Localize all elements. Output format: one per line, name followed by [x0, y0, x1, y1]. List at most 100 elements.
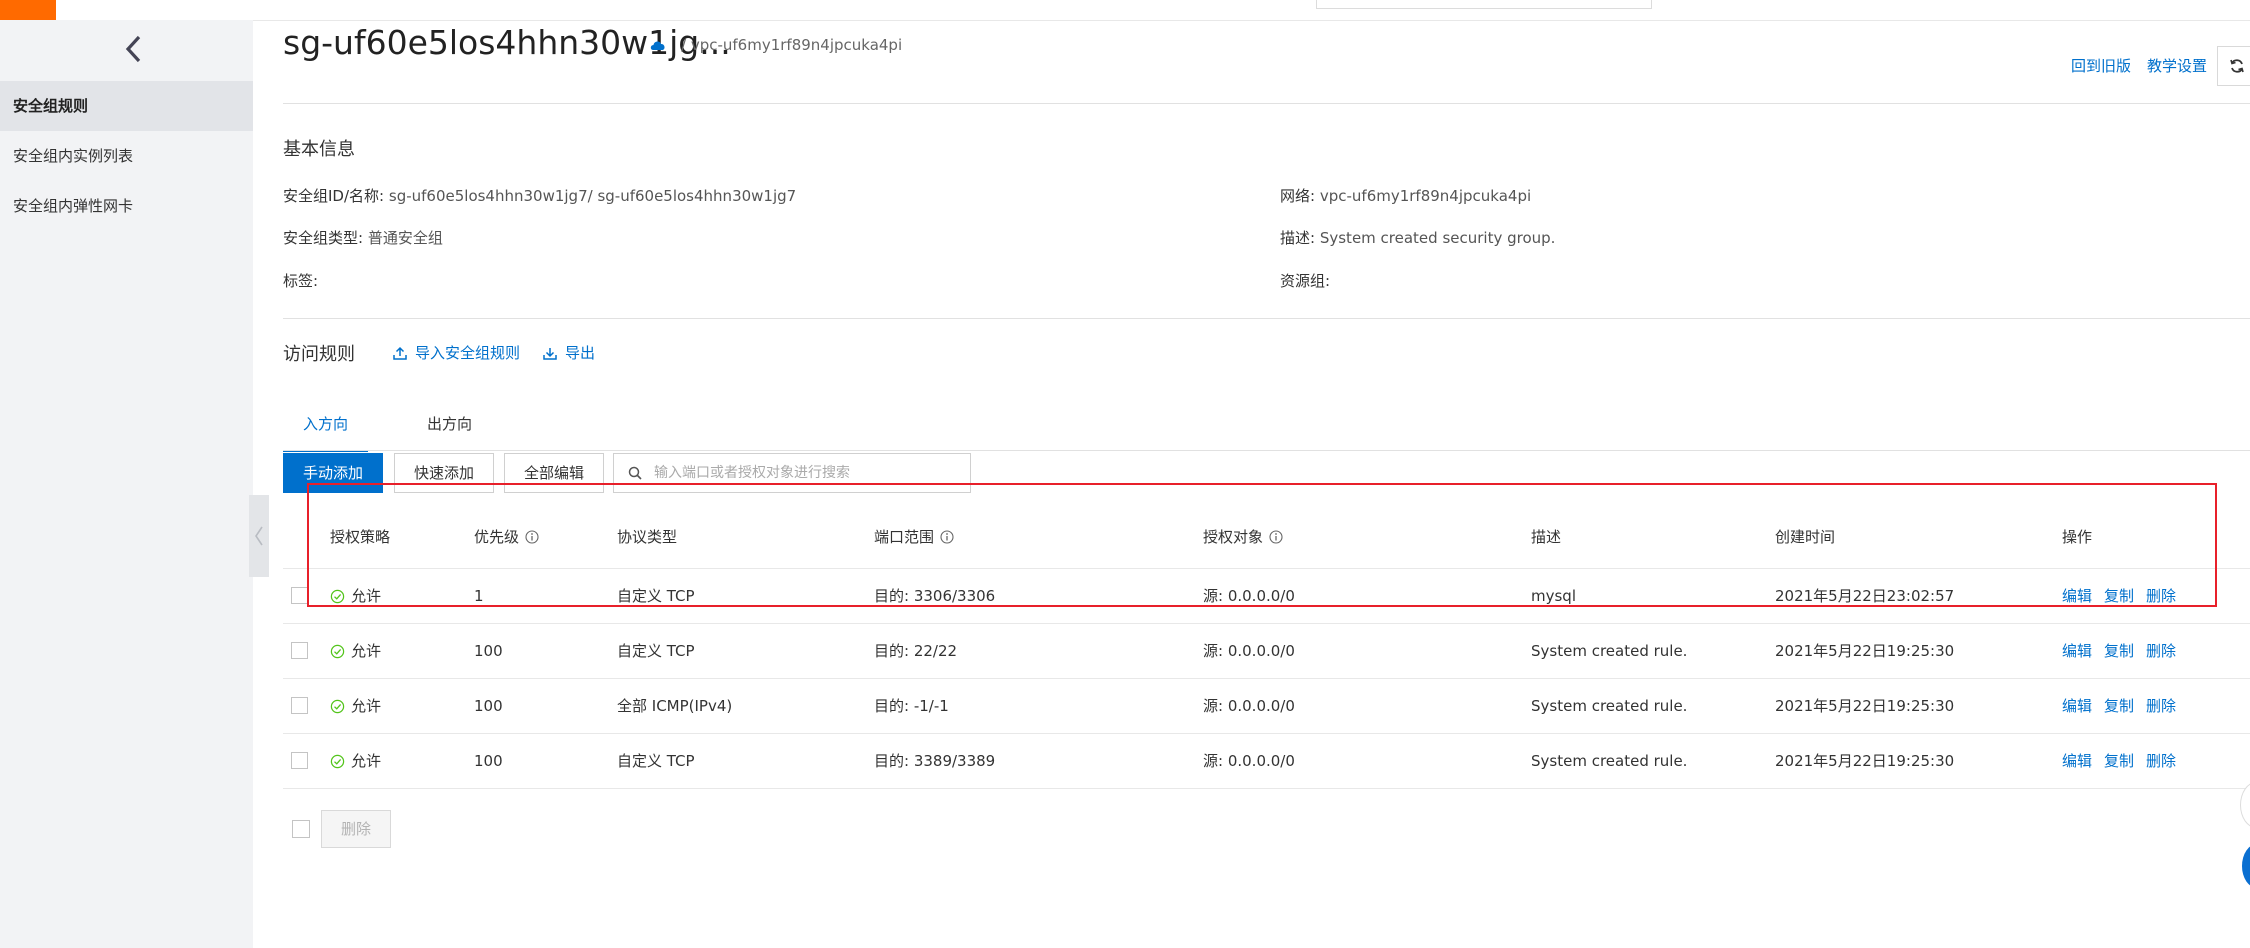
policy-cell: 允许 [330, 624, 381, 679]
delete-link[interactable]: 删除 [2146, 587, 2176, 605]
operations-cell: 编辑 复制 删除 [2062, 679, 2188, 734]
policy-cell: 允许 [330, 734, 381, 789]
tab-divider [283, 450, 2250, 451]
network-value[interactable]: vpc-uf6my1rf89n4jpcuka4pi [1320, 187, 1531, 205]
sidebar-item-eni[interactable]: 安全组内弹性网卡 [0, 181, 253, 231]
sg-type: 安全组类型: 普通安全组 [283, 227, 443, 248]
import-rules-label: 导入安全组规则 [415, 344, 521, 362]
description-cell: System created rule. [1531, 697, 1688, 715]
back-to-old-version-link[interactable]: 回到旧版 [2071, 55, 2131, 76]
info-icon[interactable] [525, 529, 539, 544]
copy-link[interactable]: 复制 [2104, 697, 2134, 715]
sg-type-value: 普通安全组 [367, 229, 443, 247]
row-checkbox[interactable] [291, 642, 308, 659]
sidebar-collapse-handle[interactable] [249, 495, 269, 577]
delete-link[interactable]: 删除 [2146, 752, 2176, 770]
col-port-label: 端口范围 [874, 528, 935, 546]
check-circle-icon [330, 754, 345, 769]
rule-search-input[interactable] [652, 464, 956, 482]
delete-link[interactable]: 删除 [2146, 697, 2176, 715]
export-link[interactable]: 导出 [543, 342, 595, 363]
row-checkbox[interactable] [291, 697, 308, 714]
port-cell: 目的: -1/-1 [874, 697, 949, 715]
policy-value: 允许 [351, 642, 382, 660]
cloud-icon [650, 41, 665, 50]
access-rules-title: 访问规则 [283, 344, 355, 365]
tutorial-settings-link[interactable]: 教学设置 [2147, 55, 2207, 76]
col-object: 授权对象 [1203, 526, 1283, 547]
protocol-cell: 自定义 TCP [617, 752, 695, 770]
policy-value: 允许 [351, 697, 382, 715]
table-row: 允许 100 自定义 TCP 目的: 22/22 源: 0.0.0.0/0 Sy… [283, 624, 2250, 679]
top-bar [0, 0, 2250, 21]
sidebar-item-instances[interactable]: 安全组内实例列表 [0, 131, 253, 181]
row-checkbox[interactable] [291, 752, 308, 769]
network-label: 网络: [1280, 187, 1316, 205]
row-checkbox[interactable] [291, 587, 308, 604]
copy-link[interactable]: 复制 [2104, 752, 2134, 770]
sg-type-label: 安全组类型: [283, 229, 364, 247]
policy-value: 允许 [351, 752, 382, 770]
check-circle-icon [330, 589, 345, 604]
operations-cell: 编辑 复制 删除 [2062, 569, 2188, 624]
select-all-checkbox[interactable] [292, 820, 310, 838]
check-circle-icon [330, 699, 345, 714]
bulk-delete-button[interactable]: 删除 [321, 810, 391, 848]
col-protocol: 协议类型 [617, 528, 678, 546]
object-cell: 源: 0.0.0.0/0 [1203, 642, 1295, 660]
port-cell: 目的: 22/22 [874, 642, 958, 660]
operations-cell: 编辑 复制 删除 [2062, 624, 2188, 679]
sg-id-name-label: 安全组ID/名称: [283, 187, 385, 205]
tab-outbound[interactable]: 出方向 [407, 398, 492, 450]
copy-link[interactable]: 复制 [2104, 642, 2134, 660]
protocol-cell: 自定义 TCP [617, 642, 695, 660]
priority-cell: 1 [474, 587, 484, 605]
port-cell: 目的: 3389/3389 [874, 752, 996, 770]
divider [283, 318, 2250, 319]
col-description: 描述 [1531, 528, 1562, 546]
import-rules-link[interactable]: 导入安全组规则 [393, 342, 520, 363]
global-search-box[interactable] [1316, 0, 1652, 9]
edit-link[interactable]: 编辑 [2062, 642, 2092, 660]
sidebar: 安全组规则 安全组内实例列表 安全组内弹性网卡 [0, 20, 253, 948]
col-priority-label: 优先级 [474, 528, 520, 546]
description-cell: System created rule. [1531, 642, 1688, 660]
info-icon[interactable] [940, 529, 954, 544]
table-row: 允许 100 自定义 TCP 目的: 3389/3389 源: 0.0.0.0/… [283, 734, 2250, 789]
created-cell: 2021年5月22日19:25:30 [1775, 697, 1955, 715]
rule-search[interactable] [613, 453, 971, 493]
copy-link[interactable]: 复制 [2104, 587, 2134, 605]
download-icon [543, 347, 557, 360]
description-cell: mysql [1531, 587, 1576, 605]
export-label: 导出 [565, 344, 596, 362]
edit-link[interactable]: 编辑 [2062, 587, 2092, 605]
divider [283, 103, 2250, 104]
resource-group-label: 资源组: [1280, 272, 1331, 290]
col-policy: 授权策略 [330, 528, 391, 546]
edit-all-button[interactable]: 全部编辑 [504, 453, 604, 493]
edit-link[interactable]: 编辑 [2062, 697, 2092, 715]
search-icon [628, 466, 642, 480]
refresh-button[interactable] [2217, 46, 2250, 86]
priority-cell: 100 [474, 752, 503, 770]
manual-add-button[interactable]: 手动添加 [283, 453, 383, 493]
check-circle-icon [330, 644, 345, 659]
priority-cell: 100 [474, 642, 503, 660]
basic-info-title: 基本信息 [283, 139, 355, 160]
back-button[interactable] [118, 34, 148, 64]
object-cell: 源: 0.0.0.0/0 [1203, 752, 1295, 770]
network-info: 网络: vpc-uf6my1rf89n4jpcuka4pi [1280, 185, 1531, 206]
col-priority: 优先级 [474, 526, 539, 547]
object-cell: 源: 0.0.0.0/0 [1203, 587, 1295, 605]
brand-logo[interactable] [0, 0, 56, 20]
policy-cell: 允许 [330, 679, 381, 734]
breadcrumb[interactable]: / vpc-uf6my1rf89n4jpcuka4pi [681, 36, 902, 54]
sidebar-item-rules[interactable]: 安全组规则 [0, 81, 253, 131]
info-icon[interactable] [1269, 529, 1283, 544]
quick-add-button[interactable]: 快速添加 [394, 453, 494, 493]
edit-link[interactable]: 编辑 [2062, 752, 2092, 770]
delete-link[interactable]: 删除 [2146, 642, 2176, 660]
description-info: 描述: System created security group. [1280, 227, 1555, 248]
col-port: 端口范围 [874, 526, 954, 547]
tab-inbound[interactable]: 入方向 [283, 398, 368, 452]
